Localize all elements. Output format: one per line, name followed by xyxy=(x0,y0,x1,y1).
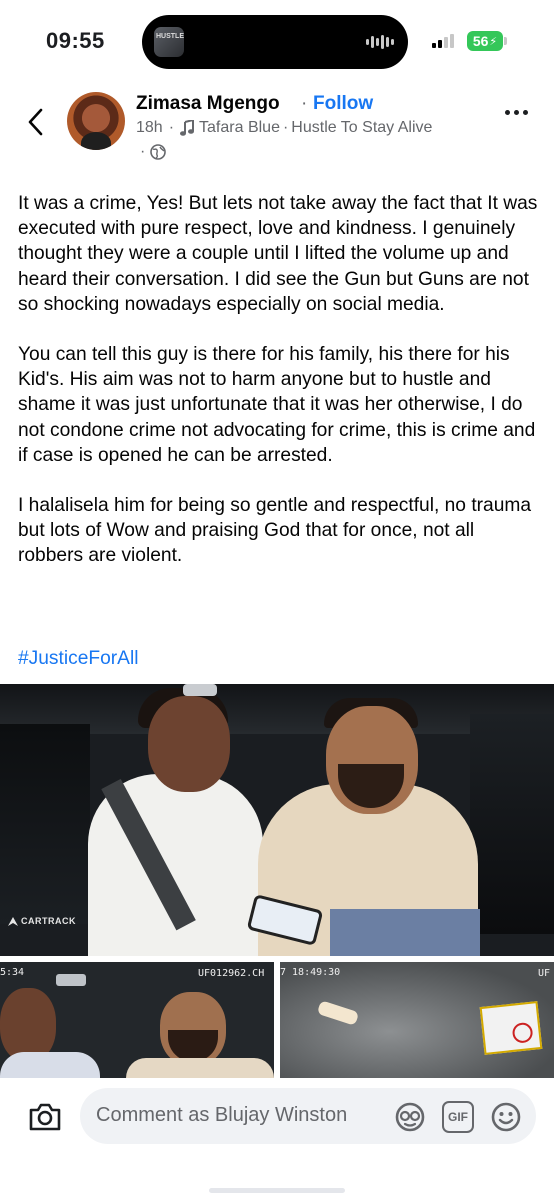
post-paragraph: It was a crime, Yes! But lets not take a… xyxy=(18,193,538,315)
cartrack-logo-text: CARTRACK xyxy=(21,916,76,926)
follow-button[interactable]: Follow xyxy=(313,93,373,115)
avatar-sticker-button[interactable] xyxy=(394,1101,426,1133)
warning-sticker xyxy=(479,1001,543,1055)
charging-bolt-icon: ⚡ xyxy=(489,35,498,48)
battery-indicator: 56 ⚡ xyxy=(467,31,503,51)
back-button[interactable] xyxy=(20,104,50,140)
more-options-button[interactable] xyxy=(505,110,528,115)
avatar-sticker-icon xyxy=(395,1102,425,1132)
post-body: It was a crime, Yes! But lets not take a… xyxy=(18,191,543,594)
comment-input[interactable]: Comment as Blujay Winston GIF xyxy=(80,1088,536,1144)
woman-body xyxy=(0,1052,100,1078)
car-window-right xyxy=(470,714,554,934)
camera-button[interactable] xyxy=(27,1101,63,1133)
post-paragraph: You can tell this guy is there for his f… xyxy=(18,344,536,466)
camera-timestamp: 5:34 xyxy=(0,967,25,978)
meta-separator: · xyxy=(168,119,175,136)
camera-timestamp: 7 18:49:30 xyxy=(280,967,341,978)
now-playing-artwork-label: HUSTLE xyxy=(156,33,184,40)
globe-icon xyxy=(150,144,167,160)
home-indicator[interactable] xyxy=(209,1188,345,1193)
cellular-signal-icon xyxy=(432,34,454,48)
audience-separator: · xyxy=(140,143,146,160)
dash-camera xyxy=(56,974,86,986)
cartrack-watermark: CARTRACK xyxy=(8,916,76,926)
status-time: 09:55 xyxy=(46,28,105,53)
gif-button[interactable]: GIF xyxy=(442,1101,474,1133)
battery-nub xyxy=(504,37,507,45)
music-artist[interactable]: Tafara Blue xyxy=(199,119,280,137)
woman-face xyxy=(0,988,56,1062)
woman-face xyxy=(148,696,230,792)
name-separator: · xyxy=(301,93,308,114)
post-photo-secondary-left[interactable]: 5:34 UF012962.CH xyxy=(0,962,274,1078)
status-bar: 09:55 HUSTLE 56 ⚡ xyxy=(0,0,554,84)
post-photo-main[interactable]: CARTRACK xyxy=(0,684,554,956)
cartrack-logo-icon xyxy=(8,916,18,926)
camera-overlay-id: UF012962.CH xyxy=(198,968,265,979)
post-meta: 18h · Tafara Blue · Hustle To Stay Alive xyxy=(136,119,432,137)
man-jeans xyxy=(330,909,480,956)
music-note-icon xyxy=(180,120,195,136)
gif-icon: GIF xyxy=(448,1110,468,1124)
more-dot xyxy=(505,110,510,115)
post-meta-audience: · xyxy=(140,143,167,161)
comment-placeholder: Comment as Blujay Winston xyxy=(96,1104,348,1126)
camera-icon xyxy=(29,1103,61,1131)
author-name[interactable]: Zimasa Mgengo xyxy=(136,93,280,115)
comment-bar: Comment as Blujay Winston GIF xyxy=(0,1080,554,1200)
more-dot xyxy=(514,110,519,115)
author-avatar[interactable] xyxy=(67,92,125,150)
man-body xyxy=(126,1058,274,1078)
emoji-button[interactable] xyxy=(490,1101,522,1133)
dash-camera xyxy=(183,684,217,696)
now-playing-artwork xyxy=(154,27,184,57)
post-photo-secondary-right[interactable]: 7 18:49:30 UF xyxy=(280,962,554,1078)
emoji-icon xyxy=(491,1102,521,1132)
camera-overlay-id: UF xyxy=(538,968,551,979)
chevron-left-icon xyxy=(28,108,43,136)
dynamic-island[interactable]: HUSTLE xyxy=(142,15,408,69)
battery-level: 56 xyxy=(472,33,489,49)
car-window-left xyxy=(0,724,90,924)
post-paragraph: I halalisela him for being so gentle and… xyxy=(18,495,532,567)
post-time[interactable]: 18h xyxy=(136,119,163,137)
music-separator: · xyxy=(282,119,289,136)
audio-waveform-icon xyxy=(366,34,394,50)
hashtag-link[interactable]: #JusticeForAll xyxy=(18,648,139,670)
music-title[interactable]: Hustle To Stay Alive xyxy=(291,119,432,137)
more-dot xyxy=(523,110,528,115)
